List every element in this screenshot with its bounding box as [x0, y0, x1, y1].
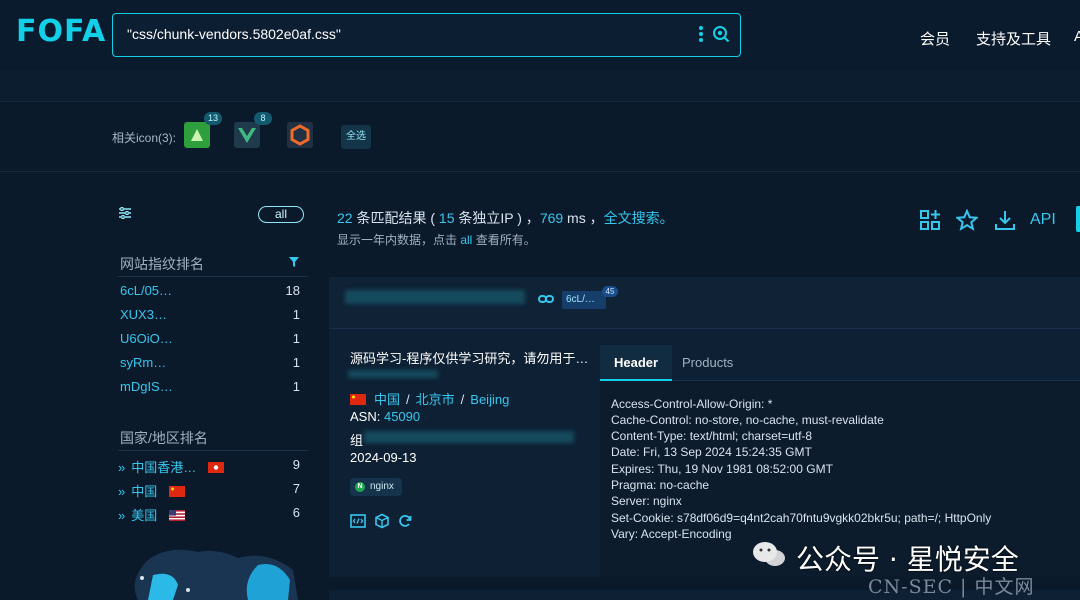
- fingerprint-item[interactable]: 6cL/05… 18: [120, 283, 304, 298]
- chevron-right-icon: »: [118, 508, 126, 523]
- nav-cutoff[interactable]: A: [1074, 28, 1080, 45]
- divider: [118, 276, 308, 277]
- icon-count-badge: 8: [254, 112, 272, 125]
- search-input[interactable]: "css/chunk-vendors.5802e0af.css": [127, 26, 341, 42]
- cn-flag-icon: [168, 486, 185, 497]
- cube-icon[interactable]: [374, 513, 390, 529]
- header-line: Content-Type: text/html; charset=utf-8: [611, 429, 813, 443]
- asn-link[interactable]: 45090: [384, 409, 420, 424]
- result-date: 2024-09-13: [350, 450, 417, 465]
- cn-flag-icon: [350, 394, 366, 405]
- select-all-button[interactable]: 全选: [341, 125, 371, 149]
- header-line: Date: Fri, 13 Sep 2024 15:24:35 GMT: [611, 445, 812, 459]
- site-watermark: CN-SEC | 中文网: [868, 576, 1035, 598]
- city-link[interactable]: 北京市: [416, 392, 455, 407]
- detail-tabs: Header Products: [600, 345, 1080, 381]
- world-map[interactable]: [118, 540, 308, 600]
- download-icon[interactable]: [994, 209, 1016, 231]
- divider: [118, 450, 308, 451]
- nav-support-tools[interactable]: 支持及工具: [976, 28, 1051, 49]
- vue-icon[interactable]: [234, 122, 260, 148]
- header-line: Expires: Thu, 19 Nov 1981 08:52:00 GMT: [611, 462, 833, 476]
- filter-settings-icon[interactable]: [118, 206, 132, 220]
- header-line: Server: nginx: [611, 494, 682, 508]
- fingerprint-item[interactable]: syRm… 1: [120, 355, 304, 370]
- fofa-logo[interactable]: FOFA: [16, 14, 106, 49]
- result-subtext: 显示一年内数据，点击 all 查看所有。: [337, 233, 536, 247]
- nginx-icon: N: [355, 482, 365, 492]
- search-box[interactable]: "css/chunk-vendors.5802e0af.css": [112, 13, 741, 57]
- tab-products[interactable]: Products: [668, 345, 747, 381]
- show-all-link[interactable]: all: [460, 233, 472, 247]
- result-asn: ASN: 45090: [350, 409, 421, 424]
- hk-flag-icon: [207, 462, 224, 473]
- fingerprint-item[interactable]: U6OiO… 1: [120, 331, 304, 346]
- chevron-right-icon: »: [118, 460, 126, 475]
- tag-count-badge: 45: [602, 286, 618, 297]
- server-tag[interactable]: Nnginx: [350, 478, 402, 496]
- redacted-ip: [348, 370, 438, 378]
- code-icon[interactable]: [350, 513, 366, 529]
- fingerprint-item[interactable]: mDgIS… 1: [120, 379, 304, 394]
- hexagon-orange-icon[interactable]: [287, 122, 313, 148]
- top-bar: FOFA "css/chunk-vendors.5802e0af.css" 会员…: [0, 0, 1080, 70]
- country-item[interactable]: » 美国 6: [118, 505, 304, 524]
- related-icons-row: 相关icon(3): 13 8: [0, 102, 1080, 172]
- country-link[interactable]: 中国: [374, 392, 400, 407]
- result-location: 中国 / 北京市 / Beijing: [350, 389, 509, 408]
- grid-add-icon[interactable]: [919, 209, 941, 231]
- country-rank-title: 国家/地区排名: [120, 430, 208, 446]
- header-line: Pragma: no-cache: [611, 478, 710, 492]
- wechat-icon: [753, 542, 785, 566]
- api-button[interactable]: API: [1030, 211, 1056, 229]
- header-line: Set-Cookie: s78df06d9=q4nt2cah70fntu9vgk…: [611, 511, 992, 525]
- header-line: Access-Control-Allow-Origin: *: [611, 397, 773, 411]
- more-options-icon[interactable]: [698, 24, 704, 44]
- country-item[interactable]: » 中国 7: [118, 481, 304, 500]
- us-flag-icon: [168, 510, 185, 521]
- fingerprint-tag[interactable]: 6cL/…: [562, 291, 606, 309]
- nav-member[interactable]: 会员: [920, 28, 950, 49]
- refresh-icon[interactable]: [397, 513, 413, 529]
- search-icon[interactable]: [712, 25, 730, 43]
- fulltext-search-link[interactable]: 全文搜索。: [604, 210, 674, 226]
- result-org: 组: [350, 433, 364, 448]
- result-title[interactable]: 源码学习-程序仅供学习研究，请勿用于…: [350, 348, 588, 367]
- fingerprint-rank-title: 网站指纹排名: [120, 256, 204, 272]
- fingerprint-item[interactable]: XUX3… 1: [120, 307, 304, 322]
- icon-count-badge: 13: [204, 112, 223, 125]
- star-icon[interactable]: [956, 209, 978, 231]
- sub-band: [0, 70, 1080, 102]
- country-item[interactable]: » 中国香港… 9: [118, 457, 304, 476]
- chevron-right-icon: »: [118, 484, 126, 499]
- header-line: Vary: Accept-Encoding: [611, 527, 732, 541]
- city-en-link[interactable]: Beijing: [470, 392, 509, 407]
- green-leaf-icon[interactable]: [184, 122, 210, 148]
- redacted-org: [364, 431, 574, 443]
- link-icon[interactable]: [538, 294, 554, 304]
- side-panel-toggle[interactable]: [1076, 206, 1080, 232]
- filter-funnel-icon[interactable]: [288, 256, 300, 268]
- redacted-host: [345, 290, 525, 304]
- header-line: Cache-Control: no-store, no-cache, must-…: [611, 413, 884, 427]
- result-stats: 22 条匹配结果 ( 15 条独立IP ) ，769 ms ，全文搜索。: [337, 210, 674, 226]
- all-filter-toggle[interactable]: all: [258, 206, 304, 223]
- related-icons-label: 相关icon(3):: [112, 131, 177, 145]
- tab-header[interactable]: Header: [600, 345, 673, 381]
